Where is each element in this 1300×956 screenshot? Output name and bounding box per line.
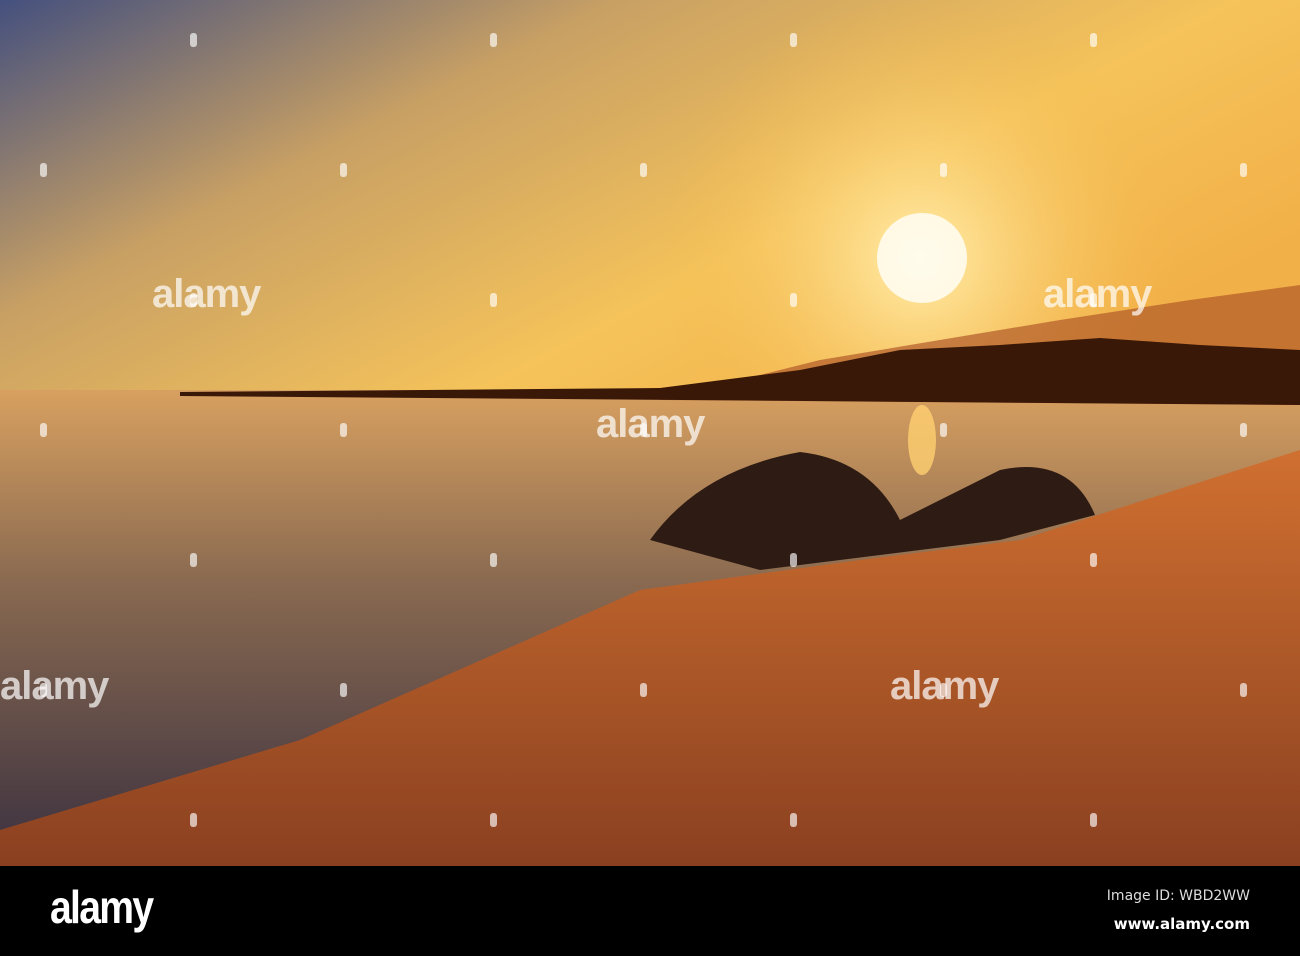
watermark-dot [340, 163, 347, 177]
watermark: alamy [152, 272, 261, 316]
watermark: alamy [596, 402, 705, 446]
watermark-dot [340, 423, 347, 437]
watermark-dot [640, 683, 647, 697]
watermark-dot [490, 293, 497, 307]
watermark-dot [190, 553, 197, 567]
watermark-dot [790, 813, 797, 827]
watermark: alamy [1043, 272, 1152, 316]
watermark-dot [490, 33, 497, 47]
watermark-dot [40, 423, 47, 437]
watermark-dot [1240, 683, 1247, 697]
watermark-dot [940, 423, 947, 437]
watermark-dot [940, 683, 947, 697]
watermark-dot [940, 163, 947, 177]
watermark-dot [1090, 33, 1097, 47]
watermark: alamy [0, 664, 109, 708]
watermark-dot [790, 553, 797, 567]
footer-bar: alamy Image ID: WBD2WW www.alamy.com [0, 866, 1300, 956]
website-url: www.alamy.com [1113, 915, 1250, 933]
watermark-dot [1240, 163, 1247, 177]
watermark-dot [190, 813, 197, 827]
watermark-dot [1090, 813, 1097, 827]
watermark-dot [1240, 423, 1247, 437]
watermark-dot [190, 33, 197, 47]
watermark-dot [340, 683, 347, 697]
watermark-dot [640, 163, 647, 177]
watermark-dot [640, 423, 647, 437]
image-id: Image ID: WBD2WW [1106, 888, 1250, 904]
watermark-dot [40, 163, 47, 177]
watermark-dot [490, 553, 497, 567]
watermark-dot [490, 813, 497, 827]
watermark-dot [790, 293, 797, 307]
watermark-dot [1090, 293, 1097, 307]
watermark-dot [1090, 553, 1097, 567]
alamy-logo: alamy [50, 881, 154, 933]
watermark-dot [40, 683, 47, 697]
watermark-dot [790, 33, 797, 47]
watermark-dot [190, 293, 197, 307]
